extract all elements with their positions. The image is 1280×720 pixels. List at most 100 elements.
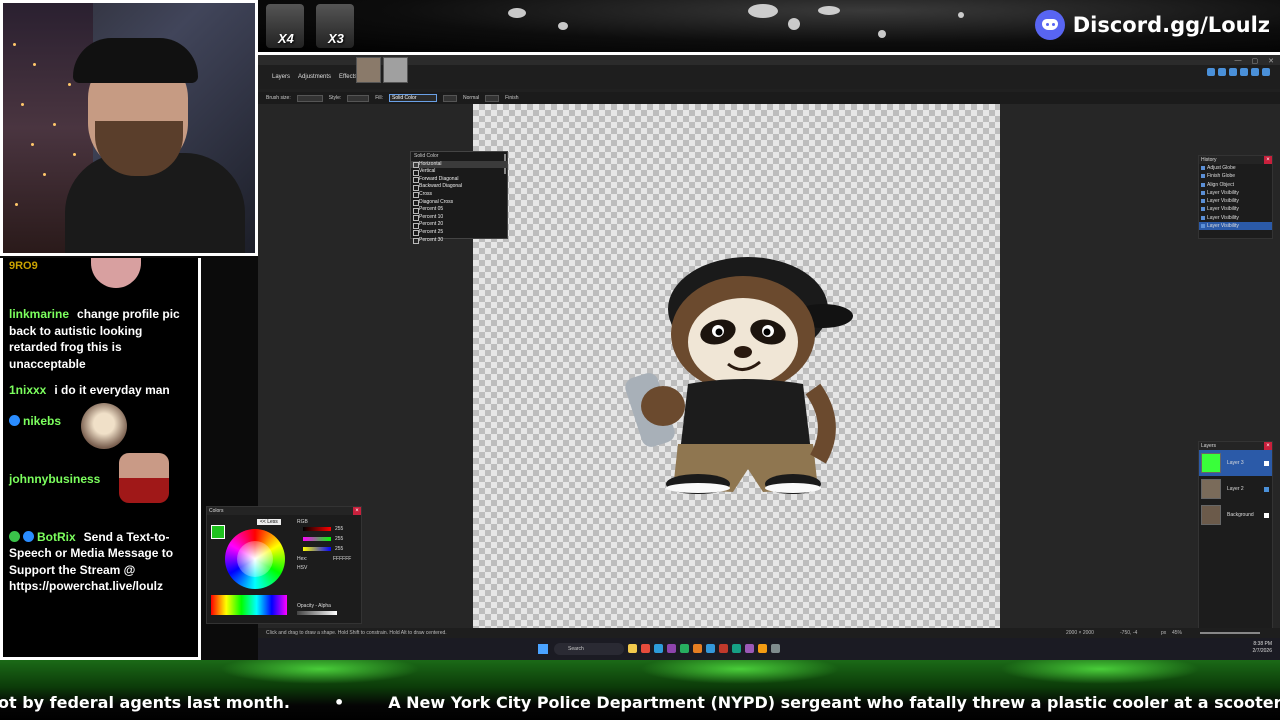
app-icon[interactable] (667, 644, 676, 653)
less-button[interactable]: << Less (257, 519, 281, 525)
chat-message: johnnybusiness (9, 452, 192, 515)
fill-option[interactable]: Percent 20 (411, 221, 507, 229)
image-canvas[interactable] (473, 104, 1000, 632)
layers-header: Layers × (1199, 442, 1272, 450)
units-select[interactable]: px (1161, 628, 1166, 638)
close-icon[interactable]: × (1264, 156, 1272, 164)
cursor-position: -750, -4 (1120, 630, 1138, 636)
minimize-icon[interactable]: — (1235, 57, 1242, 65)
red-value[interactable]: 255 (335, 526, 343, 532)
fill-option[interactable]: Forward Diagonal (411, 176, 507, 184)
ticker-separator: • (333, 693, 345, 712)
app-icon[interactable] (680, 644, 689, 653)
fill-option[interactable]: Cross (411, 191, 507, 199)
history-panel: History × Adjust Globe Finish Globe Align… (1198, 155, 1273, 239)
tools-icon[interactable] (1207, 68, 1215, 76)
taskbar-search[interactable]: Search (554, 643, 624, 655)
help-icon[interactable] (1262, 68, 1270, 76)
menu-effects[interactable]: Effects (339, 74, 357, 80)
maximize-icon[interactable]: ▢ (1252, 57, 1259, 65)
zoom-slider[interactable] (1200, 632, 1260, 634)
app-icon[interactable] (719, 644, 728, 653)
fill-option[interactable]: Horizontal (411, 160, 507, 169)
antialias-toggle[interactable] (443, 94, 458, 102)
taskbar-clock[interactable]: 8:38 PM 2/7/2026 (1253, 641, 1272, 655)
chat-text: Send a Text-to-Speech or Media Message t… (9, 529, 174, 594)
fill-option[interactable]: Diagonal Cross (411, 199, 507, 207)
blue-value[interactable]: 255 (335, 546, 343, 552)
history-icon[interactable] (1218, 68, 1226, 76)
zoom-level[interactable]: 45% (1172, 628, 1182, 638)
history-item[interactable]: Layer Visibility (1199, 222, 1272, 231)
visibility-checkbox[interactable] (1264, 460, 1269, 466)
ticker-headline: ot by federal agents last month. (0, 693, 290, 712)
style-select[interactable] (347, 94, 370, 102)
app-icon[interactable] (654, 644, 663, 653)
status-text: Click and drag to draw a shape. Hold Shi… (266, 630, 447, 636)
app-icon[interactable] (771, 644, 780, 653)
fill-option[interactable]: Backward Diagonal (411, 183, 507, 191)
history-item[interactable]: Align Object (1199, 181, 1272, 189)
finish-button[interactable]: Finish (505, 95, 518, 101)
counter-icon: X4 (266, 4, 304, 48)
title-bar: — ▢ ✕ (258, 55, 1280, 65)
green-slider[interactable] (303, 537, 331, 541)
settings-icon[interactable] (1251, 68, 1259, 76)
app-icon[interactable] (693, 644, 702, 653)
opacity-label: Opacity - Alpha (297, 603, 331, 609)
app-icon[interactable] (745, 644, 754, 653)
fill-option[interactable]: Solid Color (411, 153, 507, 161)
brush-size-input[interactable] (296, 94, 323, 102)
top-banner: X4 X3 Discord.gg/Loulz (258, 0, 1280, 52)
close-icon[interactable]: × (353, 507, 361, 515)
visibility-checkbox[interactable] (1264, 512, 1269, 518)
layer-row[interactable]: Layer 3 (1199, 450, 1272, 476)
green-value[interactable]: 255 (335, 536, 343, 542)
hex-input[interactable]: FFFFFF (333, 556, 351, 562)
history-item[interactable]: Layer Visibility (1199, 214, 1272, 222)
windows-start-icon[interactable] (538, 644, 548, 654)
visibility-checkbox[interactable] (1264, 486, 1269, 492)
colors-icon[interactable] (1240, 68, 1248, 76)
sloth-artwork (625, 257, 853, 494)
hex-label: Hex: (297, 556, 308, 562)
fill-option[interactable]: Vertical (411, 168, 507, 176)
image-tab[interactable] (383, 57, 408, 83)
chat-username: 9RO9 (9, 260, 38, 272)
image-tab[interactable] (356, 57, 381, 83)
app-icon[interactable] (732, 644, 741, 653)
blue-slider[interactable] (303, 547, 331, 551)
blend-mode-select[interactable]: Normal (463, 95, 479, 101)
fill-option[interactable]: Percent 05 (411, 206, 507, 214)
app-icon[interactable] (641, 644, 650, 653)
layers-icon[interactable] (1229, 68, 1237, 76)
red-slider[interactable] (303, 527, 331, 531)
app-icon[interactable] (706, 644, 715, 653)
app-icon[interactable] (758, 644, 767, 653)
history-item[interactable]: Layer Visibility (1199, 189, 1272, 197)
close-icon[interactable]: × (1264, 442, 1272, 450)
layer-row[interactable]: Background (1199, 502, 1272, 528)
fill-option[interactable]: Percent 30 (411, 237, 507, 245)
clock-date: 2/7/2026 (1252, 648, 1272, 654)
menu-adjustments[interactable]: Adjustments (298, 74, 331, 80)
file-explorer-icon[interactable] (628, 644, 637, 653)
fill-option[interactable]: Percent 10 (411, 214, 507, 222)
fill-dropdown-menu[interactable]: Solid Color Horizontal Vertical Forward … (410, 151, 508, 244)
opacity-slider[interactable] (297, 611, 337, 615)
history-item[interactable]: Layer Visibility (1199, 205, 1272, 213)
menu-layers[interactable]: Layers (272, 74, 290, 80)
palette-strip[interactable] (211, 595, 287, 615)
counter-icon: X3 (316, 4, 354, 48)
history-title: History (1201, 157, 1217, 163)
layer-row[interactable]: Layer 2 (1199, 476, 1272, 502)
primary-color-swatch[interactable] (211, 525, 225, 539)
history-header: History × (1199, 156, 1272, 164)
fill-select[interactable]: Solid Color (389, 94, 438, 102)
history-item[interactable]: Layer Visibility (1199, 197, 1272, 205)
history-item[interactable]: Finish Globe (1199, 172, 1272, 180)
fill-option[interactable]: Percent 25 (411, 229, 507, 237)
close-icon[interactable]: ✕ (1268, 57, 1274, 65)
history-item[interactable]: Adjust Globe (1199, 164, 1272, 172)
selection-mode-select[interactable] (485, 94, 500, 102)
